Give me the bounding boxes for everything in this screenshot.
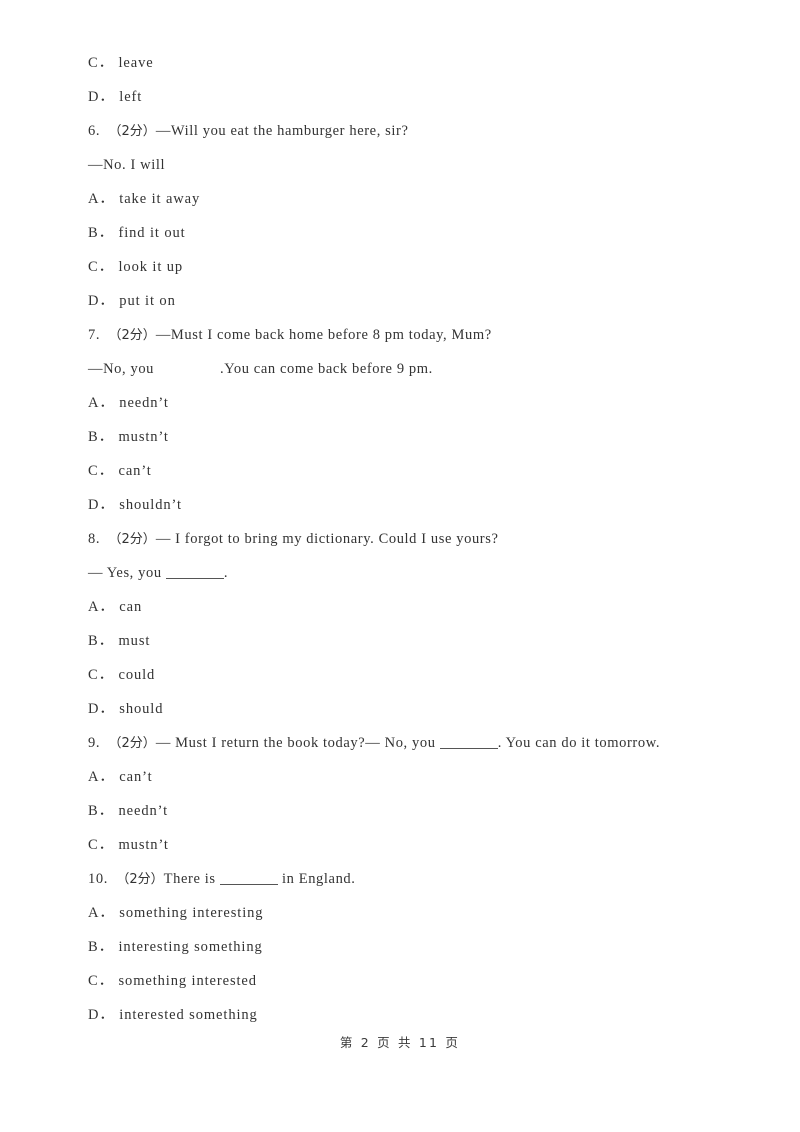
option-item: D． interested something: [88, 998, 748, 1032]
question-item-9: 9. （2分）— Must I return the book today?— …: [88, 726, 748, 760]
question-text-prefix: — Must I return the book today?— No, you: [155, 735, 440, 751]
option-text: D． interested something: [88, 1007, 258, 1023]
answer-blank: [165, 564, 224, 579]
question-number: 9.: [88, 735, 101, 751]
question-score: （2分）: [108, 124, 156, 139]
option-item: B． must: [88, 624, 748, 658]
question-item-6: 6. （2分）—Will you eat the hamburger here,…: [88, 114, 748, 148]
question-text-prefix: —No, you: [88, 361, 155, 377]
option-item: C． can’t: [88, 454, 748, 488]
question-list: C． leave D． left 6. （2分）—Will you eat th…: [88, 46, 748, 1032]
option-item: A． can’t: [88, 760, 748, 794]
option-item: C． could: [88, 658, 748, 692]
question-text: —No. I will: [88, 157, 166, 173]
question-text: — I forgot to bring my dictionary. Could…: [155, 531, 499, 547]
question-text-suffix: .You can come back before 9 pm.: [220, 361, 433, 377]
question-score: （2分）: [108, 328, 156, 343]
question-text: —Must I come back home before 8 pm today…: [155, 327, 492, 343]
option-text: C． mustn’t: [88, 837, 169, 853]
option-item: D． left: [88, 80, 748, 114]
question-text-suffix: .: [223, 565, 229, 581]
option-text: C． can’t: [88, 463, 152, 479]
option-text: C． something interested: [88, 973, 257, 989]
question-number: 6.: [88, 123, 101, 139]
option-text: A． take it away: [88, 191, 201, 207]
option-item: D． put it on: [88, 284, 748, 318]
question-text-suffix: . You can do it tomorrow.: [497, 735, 661, 751]
question-text-suffix: in England.: [277, 871, 356, 887]
question-continuation: — Yes, you .: [88, 556, 748, 590]
question-continuation: —No, you .You can come back before 9 pm.: [88, 352, 748, 386]
question-item-7: 7. （2分）—Must I come back home before 8 p…: [88, 318, 748, 352]
option-item: A． take it away: [88, 182, 748, 216]
question-number: 10.: [88, 871, 108, 887]
answer-blank: [219, 870, 278, 885]
option-item: C． something interested: [88, 964, 748, 998]
option-text: C． could: [88, 667, 156, 683]
question-number: 7.: [88, 327, 101, 343]
question-text-prefix: — Yes, you: [88, 565, 166, 581]
option-text: A． needn’t: [88, 395, 169, 411]
option-text: D． put it on: [88, 293, 176, 309]
option-item: B． interesting something: [88, 930, 748, 964]
question-score: （2分）: [108, 736, 156, 751]
option-text: B． needn’t: [88, 803, 169, 819]
question-item-8: 8. （2分）— I forgot to bring my dictionary…: [88, 522, 748, 556]
question-item-10: 10. （2分）There is in England.: [88, 862, 748, 896]
option-text: A． can’t: [88, 769, 153, 785]
question-number: 8.: [88, 531, 101, 547]
question-continuation: —No. I will: [88, 148, 748, 182]
question-score: （2分）: [116, 872, 164, 887]
question-score: （2分）: [108, 532, 156, 547]
option-text: A． something interesting: [88, 905, 264, 921]
option-text: B． interesting something: [88, 939, 263, 955]
answer-blank: [439, 734, 498, 749]
question-text: —Will you eat the hamburger here, sir?: [155, 123, 409, 139]
option-text: D． should: [88, 701, 164, 717]
option-text: D． left: [88, 89, 143, 105]
option-item: C． look it up: [88, 250, 748, 284]
question-text-prefix: There is: [163, 871, 220, 887]
option-item: D． shouldn’t: [88, 488, 748, 522]
option-item: D． should: [88, 692, 748, 726]
option-item: B． find it out: [88, 216, 748, 250]
option-text: C． look it up: [88, 259, 184, 275]
option-item: A． something interesting: [88, 896, 748, 930]
exam-page: C． leave D． left 6. （2分）—Will you eat th…: [0, 0, 800, 1132]
option-text: A． can: [88, 599, 143, 615]
option-item: B． needn’t: [88, 794, 748, 828]
option-item: C． leave: [88, 46, 748, 80]
option-item: A． can: [88, 590, 748, 624]
option-text: D． shouldn’t: [88, 497, 182, 513]
page-footer: 第 2 页 共 11 页: [339, 1035, 461, 1050]
option-text: B． find it out: [88, 225, 186, 241]
option-item: B． mustn’t: [88, 420, 748, 454]
option-item: A． needn’t: [88, 386, 748, 420]
option-text: C． leave: [88, 55, 154, 71]
option-item: C． mustn’t: [88, 828, 748, 862]
option-text: B． mustn’t: [88, 429, 169, 445]
option-text: B． must: [88, 633, 151, 649]
